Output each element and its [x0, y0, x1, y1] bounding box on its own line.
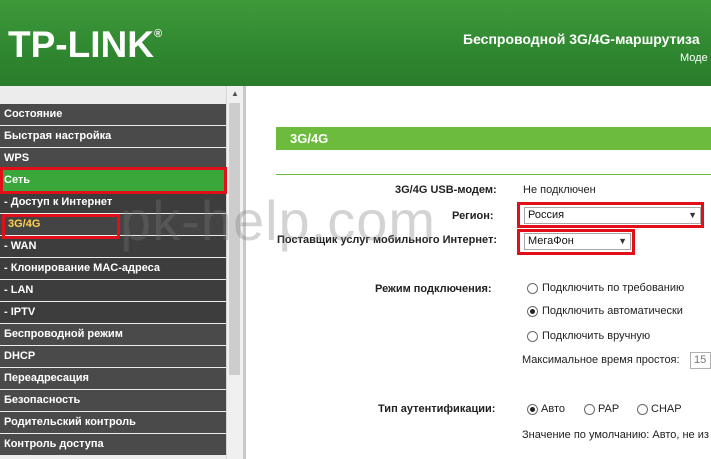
highlight-region: [517, 202, 704, 228]
auth-pap-label: PAP: [598, 403, 620, 415]
auth-chap-radio[interactable]: [637, 404, 648, 415]
highlight-provider: [517, 229, 635, 255]
tp-link-logo: TP-LINK®: [8, 24, 162, 66]
connect-manual-label: Подключить вручную: [542, 330, 651, 342]
logo-text: TP-LINK: [8, 24, 154, 65]
connection-mode-label: Режим подключения:: [375, 283, 492, 295]
auth-pap-radio[interactable]: [584, 404, 595, 415]
sidebar-item-wireless[interactable]: Беспроводной режим: [0, 324, 226, 345]
auth-auto-radio[interactable]: [527, 404, 538, 415]
section-title: 3G/4G: [276, 127, 711, 150]
sidebar-item-mac-clone[interactable]: - Клонирование MAC-адреса: [0, 258, 226, 279]
sidebar-item-quick-setup[interactable]: Быстрая настройка: [0, 126, 226, 147]
section-divider: [276, 174, 711, 175]
auth-auto-label: Авто: [541, 403, 565, 415]
logo-registered-mark: ®: [153, 28, 163, 40]
sidebar-menu: Состояние Быстрая настройка WPS Сеть - Д…: [0, 104, 226, 456]
sidebar-item-security[interactable]: Безопасность: [0, 390, 226, 411]
sidebar-item-iptv[interactable]: - IPTV: [0, 302, 226, 323]
watermark: pk-help.com: [120, 189, 437, 252]
model-label: Моде: [680, 52, 708, 64]
sidebar-item-access-control[interactable]: Контроль доступа: [0, 434, 226, 455]
connect-on-demand-radio[interactable]: [527, 283, 538, 294]
auth-chap-label: CHAP: [651, 403, 682, 415]
auth-type-label: Тип аутентификации:: [378, 403, 496, 415]
sidebar-item-dhcp[interactable]: DHCP: [0, 346, 226, 367]
connect-manual-radio[interactable]: [527, 331, 538, 342]
sidebar-item-status[interactable]: Состояние: [0, 104, 226, 125]
modem-status: Не подключен: [523, 184, 596, 196]
idle-time-input[interactable]: 15: [690, 352, 711, 369]
sidebar-scrollbar[interactable]: ▲: [226, 86, 243, 459]
connect-auto-radio[interactable]: [527, 306, 538, 317]
sidebar-item-lan[interactable]: - LAN: [0, 280, 226, 301]
sidebar-item-forwarding[interactable]: Переадресация: [0, 368, 226, 389]
region-label: Регион:: [452, 210, 494, 222]
auth-default-note: Значение по умолчанию: Авто, не из: [522, 429, 709, 441]
highlight-3g4g: [2, 214, 120, 239]
header-banner: TP-LINK® Беспроводной 3G/4G-маршрутиза М…: [0, 0, 711, 86]
connect-on-demand-label: Подключить по требованию: [542, 282, 685, 294]
sidebar-item-parental-control[interactable]: Родительский контроль: [0, 412, 226, 433]
scroll-up-arrow-icon[interactable]: ▲: [227, 86, 243, 102]
sidebar-item-wps[interactable]: WPS: [0, 148, 226, 169]
connect-auto-label: Подключить автоматически: [542, 305, 683, 317]
idle-time-label: Максимальное время простоя:: [522, 354, 680, 366]
device-title: Беспроводной 3G/4G-маршрутиза: [463, 31, 700, 47]
